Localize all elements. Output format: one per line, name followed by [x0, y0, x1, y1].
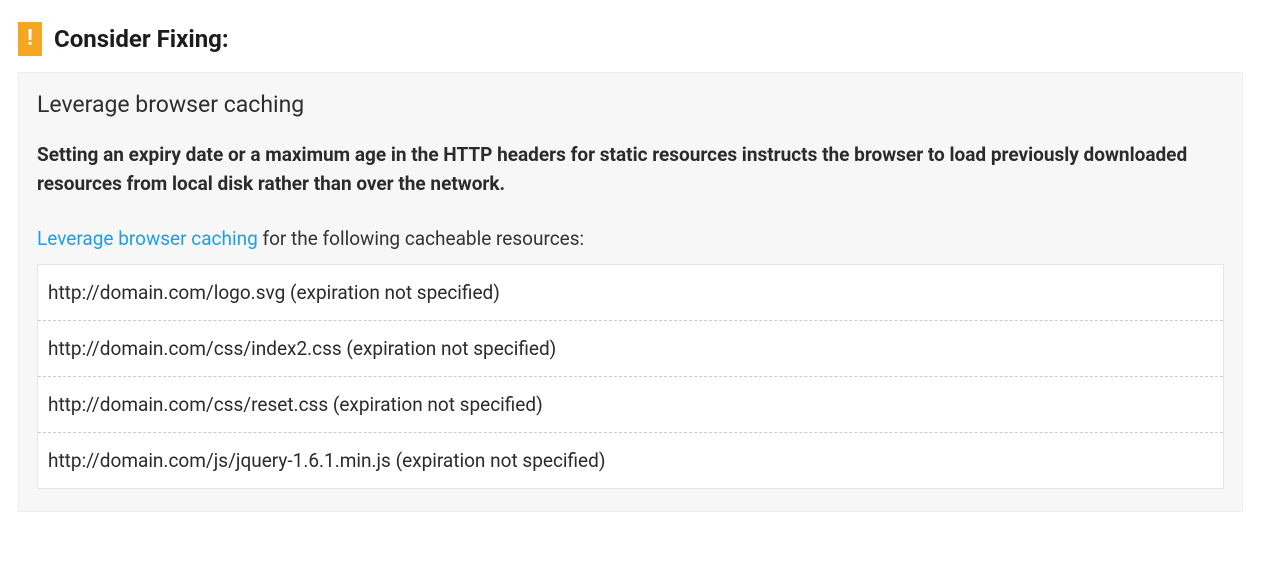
leverage-caching-link[interactable]: Leverage browser caching	[37, 227, 258, 250]
resource-list: http://domain.com/logo.svg (expiration n…	[37, 264, 1224, 489]
resource-item: http://domain.com/js/jquery-1.6.1.min.js…	[38, 433, 1223, 488]
warning-icon: !	[18, 22, 42, 56]
section-header: ! Consider Fixing:	[18, 22, 1243, 56]
warning-icon-glyph: !	[27, 28, 33, 50]
resource-item: http://domain.com/css/reset.css (expirat…	[38, 377, 1223, 433]
section-title: Consider Fixing:	[54, 25, 229, 53]
issue-panel: Leverage browser caching Setting an expi…	[18, 72, 1243, 512]
issue-title: Leverage browser caching	[37, 91, 1224, 118]
page-container: ! Consider Fixing: Leverage browser cach…	[0, 0, 1261, 538]
issue-description: Setting an expiry date or a maximum age …	[37, 140, 1224, 199]
issue-subline: Leverage browser caching for the followi…	[37, 227, 1224, 250]
resource-item: http://domain.com/css/index2.css (expira…	[38, 321, 1223, 377]
issue-subline-suffix: for the following cacheable resources:	[258, 227, 584, 250]
resource-item: http://domain.com/logo.svg (expiration n…	[38, 265, 1223, 321]
